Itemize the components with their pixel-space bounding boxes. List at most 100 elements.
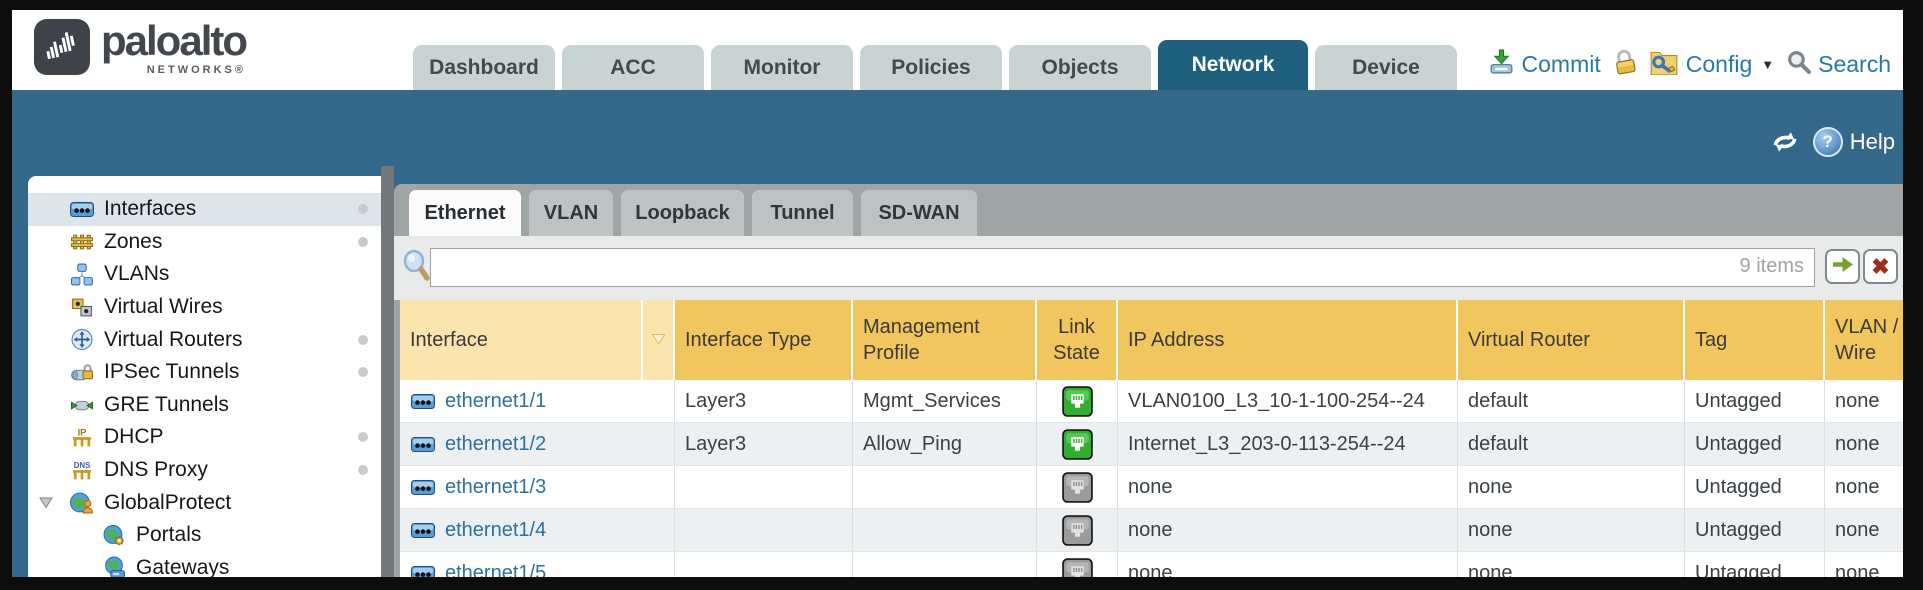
sidebar-item-gateways[interactable]: Gateways [28,552,381,577]
chevron-down-icon: ▼ [1761,57,1774,72]
cell-tag: Untagged [1685,380,1825,422]
cell-virtual-router: none [1458,466,1685,508]
interface-link[interactable]: ethernet1/4 [445,519,546,542]
sort-direction-icon[interactable] [651,327,666,353]
help-icon: ? [1813,127,1843,157]
sidebar-item-virtual-wires[interactable]: Virtual Wires [28,291,381,324]
sidebar-item-portals[interactable]: Portals [28,519,381,552]
main-nav-tabs: DashboardACCMonitorPoliciesObjectsNetwor… [413,40,1457,90]
tab-device[interactable]: Device [1315,45,1457,90]
sidebar-item-vlans[interactable]: VLANs [28,258,381,291]
cell-management-profile [853,509,1037,551]
sidebar-item-globalprotect[interactable]: GlobalProtect [28,486,381,519]
table-row[interactable]: ethernet1/4nonenoneUntaggednone [400,509,1903,552]
tab-network[interactable]: Network [1158,40,1308,90]
column-header-interface-type[interactable]: Interface Type [675,300,853,380]
link-state-down-icon[interactable] [1062,558,1093,578]
interface-cell: ethernet1/5 [400,552,675,577]
column-header-ip-address[interactable]: IP Address [1118,300,1458,380]
config-label: Config [1686,51,1752,78]
tab-objects[interactable]: Objects [1009,45,1151,90]
link-state-up-icon[interactable] [1062,429,1093,460]
search-button[interactable]: Search [1786,49,1891,80]
sidebar-item-virtual-routers[interactable]: Virtual Routers [28,323,381,356]
sidebar-item-zones[interactable]: Zones [28,226,381,259]
cell-vlan-wire: none [1825,423,1903,465]
status-dot [358,432,368,442]
cell-virtual-router: default [1458,423,1685,465]
sort-column-strip[interactable] [643,300,675,380]
filter-bar: 9 items ✖ [394,236,1903,300]
link-state-up-icon[interactable] [1062,386,1093,417]
commit-button[interactable]: Commit [1488,48,1601,81]
config-menu-button[interactable]: Config ▼ [1649,49,1774,81]
lock-button[interactable] [1613,49,1637,81]
tree-expander-icon[interactable] [39,497,53,509]
sidebar-item-ipsec-tunnels[interactable]: IPSec Tunnels [28,356,381,389]
cell-tag: Untagged [1685,423,1825,465]
virtual-wires-icon [68,296,95,319]
sidebar-item-label: DNS Proxy [104,458,208,482]
status-dot [358,367,368,377]
sidebar-item-label: IPSec Tunnels [104,360,239,384]
column-header-virtual-router[interactable]: Virtual Router [1458,300,1685,380]
link-state-down-icon[interactable] [1062,515,1093,546]
ethernet-interface-icon [410,394,436,409]
vlans-icon [68,263,95,286]
table-row[interactable]: ethernet1/2Layer3Allow_PingInternet_L3_2… [400,423,1903,466]
cell-ip-address: none [1118,552,1458,577]
ipsec-tunnels-icon [68,361,95,384]
cell-vlan-wire: none [1825,509,1903,551]
apply-filter-button[interactable] [1825,249,1860,284]
tab-tunnel[interactable]: Tunnel [752,190,853,236]
commit-icon [1488,48,1515,81]
interface-link[interactable]: ethernet1/3 [445,476,546,499]
sidebar-resize-handle[interactable] [381,166,394,577]
status-dot [358,237,368,247]
sidebar-item-label: DHCP [104,425,164,449]
tab-dashboard[interactable]: Dashboard [413,45,555,90]
link-state-cell [1037,423,1118,465]
column-header-management-profile[interactable]: Management Profile [853,300,1037,380]
table-row[interactable]: ethernet1/1Layer3Mgmt_ServicesVLAN0100_L… [400,380,1903,423]
interface-link[interactable]: ethernet1/1 [445,390,546,413]
cell-virtual-router: none [1458,509,1685,551]
top-header-bar: paloalto NETWORKS® DashboardACCMonitorPo… [12,10,1903,90]
search-label: Search [1818,51,1891,78]
column-header-link-state[interactable]: Link State [1037,300,1118,380]
sidebar-item-dns-proxy[interactable]: DNS DNS Proxy [28,454,381,487]
tab-vlan[interactable]: VLAN [529,190,613,236]
sidebar-item-dhcp[interactable]: IPDHCP [28,421,381,454]
interface-cell: ethernet1/1 [400,380,675,422]
sidebar-item-interfaces[interactable]: Interfaces [28,193,381,226]
brand-sub: NETWORKS® [101,64,246,76]
column-header-tag[interactable]: Tag [1685,300,1825,380]
cell-ip-address: VLAN0100_L3_10-1-100-254--24 [1118,380,1458,422]
tab-sd-wan[interactable]: SD-WAN [861,190,977,236]
ethernet-interface-icon [410,523,436,538]
brand-name: paloalto [101,19,246,63]
cell-virtual-router: default [1458,380,1685,422]
link-state-down-icon[interactable] [1062,472,1093,503]
filter-input[interactable] [430,248,1815,287]
svg-text:DNS: DNS [73,460,90,469]
clear-filter-button[interactable]: ✖ [1863,249,1898,284]
interface-type-tabs: EthernetVLANLoopbackTunnelSD-WAN [409,190,977,236]
interface-link[interactable]: ethernet1/5 [445,562,546,578]
tab-acc[interactable]: ACC [562,45,704,90]
tab-policies[interactable]: Policies [860,45,1002,90]
interface-link[interactable]: ethernet1/2 [445,433,546,456]
link-state-cell [1037,380,1118,422]
help-button[interactable]: ? Help [1813,127,1895,157]
sidebar-item-gre-tunnels[interactable]: GRE Tunnels [28,389,381,422]
table-row[interactable]: ethernet1/5nonenoneUntaggednone [400,552,1903,577]
close-icon: ✖ [1871,256,1889,278]
refresh-button[interactable] [1769,129,1801,155]
table-row[interactable]: ethernet1/3nonenoneUntaggednone [400,466,1903,509]
column-header-vlan-v-wire[interactable]: VLAN / V Wire [1825,300,1903,380]
tab-ethernet[interactable]: Ethernet [409,190,521,236]
column-header-interface[interactable]: Interface [400,300,643,380]
tab-loopback[interactable]: Loopback [621,190,744,236]
cell-virtual-router: none [1458,552,1685,577]
tab-monitor[interactable]: Monitor [711,45,853,90]
